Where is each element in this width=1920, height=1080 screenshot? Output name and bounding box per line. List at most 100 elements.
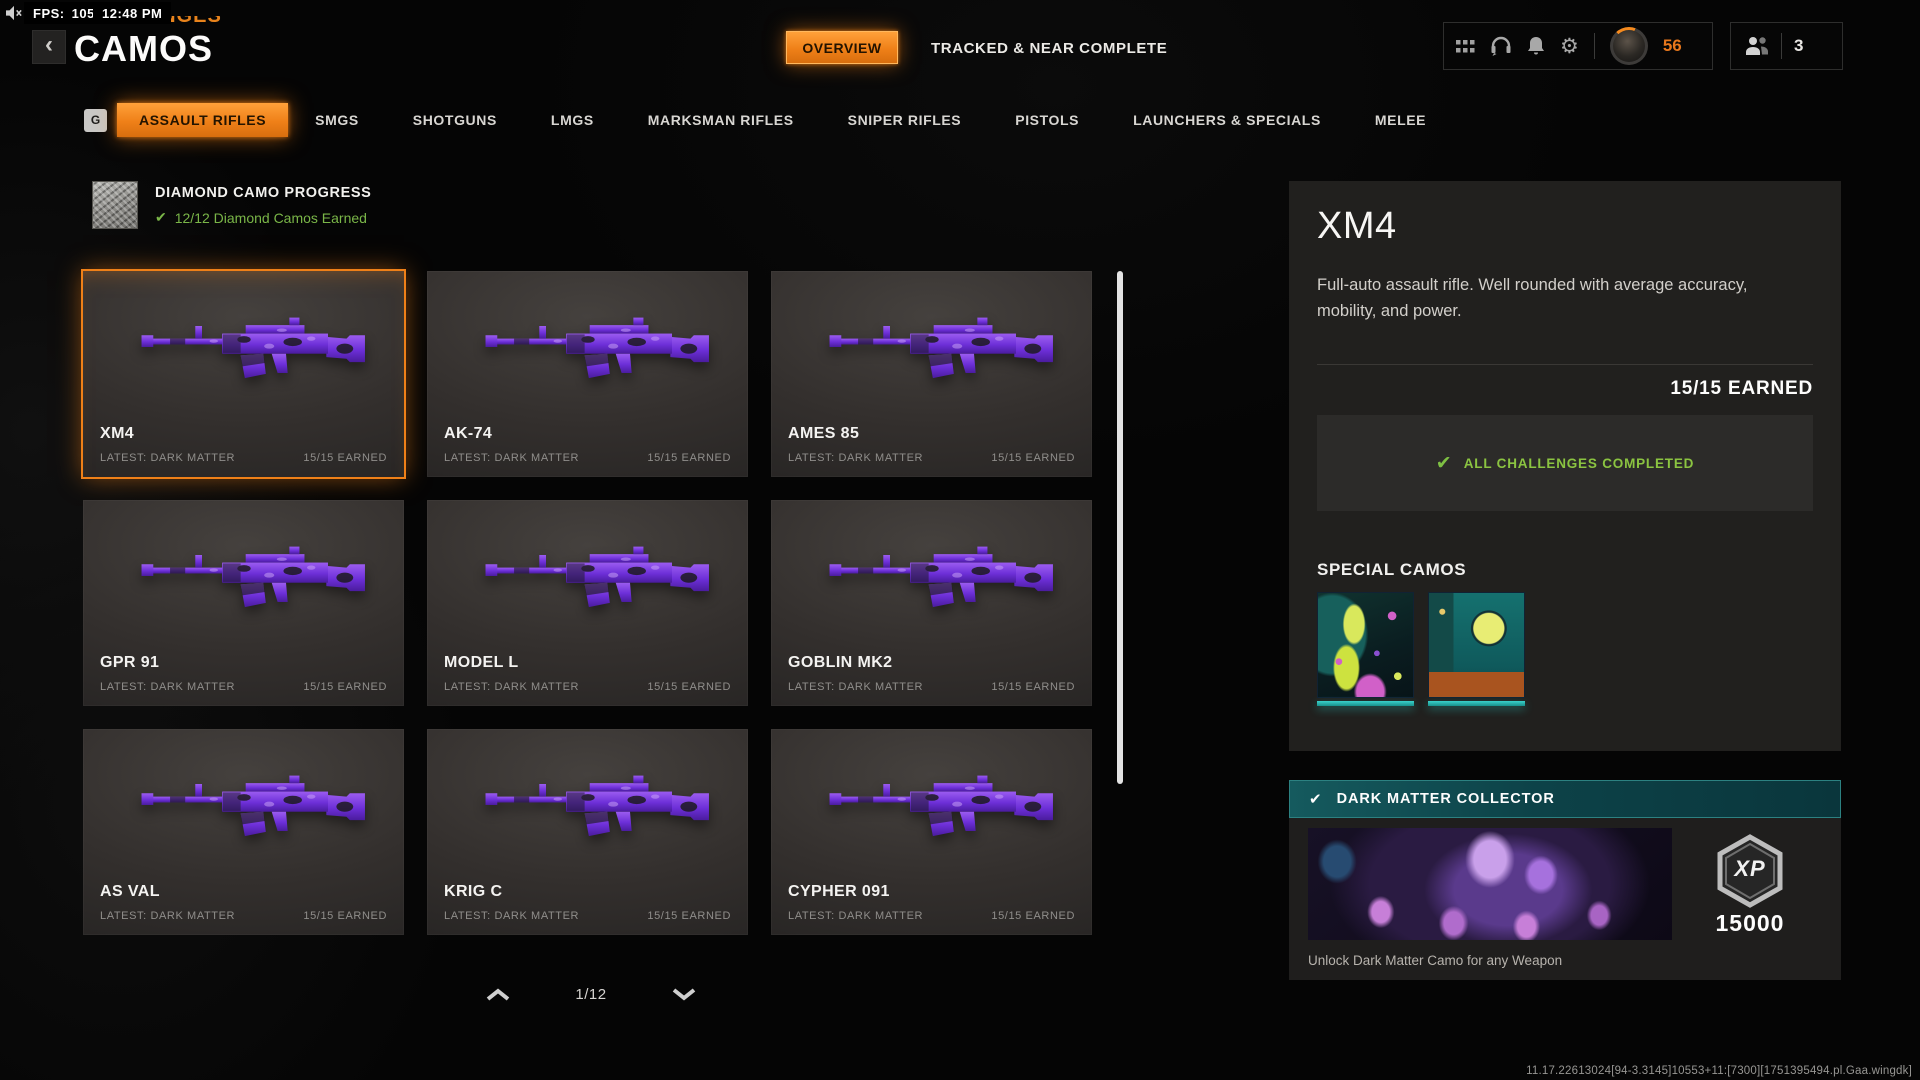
tab-shotguns[interactable]: SHOTGUNS	[386, 103, 524, 137]
divider	[1593, 33, 1595, 59]
special-camo-psychedelic[interactable]	[1317, 592, 1414, 707]
weapon-earned-count: 15/15 EARNED	[647, 681, 731, 693]
chat-headset-icon[interactable]	[1490, 36, 1512, 56]
diamond-camo-progress: DIAMOND CAMO PROGRESS ✔ 12/12 Diamond Ca…	[92, 181, 371, 229]
weapon-latest-camo: LATEST: DARK MATTER	[444, 452, 580, 464]
diamond-camo-thumbnail	[92, 181, 138, 229]
xp-reward-value: 15000	[1715, 910, 1785, 936]
keybind-hint-badge: G	[84, 108, 107, 132]
weapon-card-krig-c[interactable]: KRIG C LATEST: DARK MATTER 15/15 EARNED	[427, 729, 748, 935]
social-group[interactable]: 3	[1730, 22, 1843, 70]
friends-icon	[1745, 36, 1769, 56]
weapon-class-tabs: G ASSAULT RIFLES SMGS SHOTGUNS LMGS MARK…	[84, 103, 1453, 137]
weapon-latest-camo: LATEST: DARK MATTER	[100, 681, 236, 693]
check-icon: ✔	[155, 209, 167, 225]
tracked-near-complete-tab[interactable]: TRACKED & NEAR COMPLETE	[931, 40, 1167, 57]
weapon-name: GPR 91	[100, 654, 160, 671]
camo-unlocked-bar	[1428, 701, 1525, 707]
weapon-card-ak74[interactable]: AK-74 LATEST: DARK MATTER 15/15 EARNED	[427, 271, 748, 477]
weapon-earned-count: 15/15 EARNED	[303, 452, 387, 464]
weapon-card-ames85[interactable]: AMES 85 LATEST: DARK MATTER 15/15 EARNED	[771, 271, 1092, 477]
challenges-completed-text: ALL CHALLENGES COMPLETED	[1463, 455, 1695, 471]
tab-melee[interactable]: MELEE	[1348, 103, 1453, 137]
weapon-card-xm4[interactable]: XM4 LATEST: DARK MATTER 15/15 EARNED	[83, 271, 404, 477]
weapon-card-model-l[interactable]: MODEL L LATEST: DARK MATTER 15/15 EARNED	[427, 500, 748, 706]
tab-marksman-rifles[interactable]: MARKSMAN RIFLES	[621, 103, 821, 137]
collector-body: XP 15000 Unlock Dark Matter Camo for any…	[1289, 818, 1841, 980]
weapon-latest-camo: LATEST: DARK MATTER	[788, 910, 924, 922]
detail-weapon-description: Full-auto assault rifle. Well rounded wi…	[1317, 276, 1748, 320]
weapon-card-gpr91[interactable]: GPR 91 LATEST: DARK MATTER 15/15 EARNED	[83, 500, 404, 706]
grid-menu-icon[interactable]	[1456, 39, 1475, 53]
weapon-image	[83, 735, 404, 875]
detail-earned-count: 15/15 EARNED	[1670, 378, 1813, 400]
collector-title: DARK MATTER COLLECTOR	[1336, 791, 1555, 807]
weapon-latest-camo: LATEST: DARK MATTER	[444, 681, 580, 693]
chevron-left-icon: ‹	[45, 31, 53, 58]
clock: 12:48 PM	[93, 2, 172, 24]
fps-counter: FPS: 105	[24, 2, 104, 24]
weapon-name: KRIG C	[444, 883, 503, 900]
weapon-image	[83, 277, 404, 417]
weapon-earned-count: 15/15 EARNED	[991, 452, 1075, 464]
check-icon: ✔	[1309, 791, 1322, 808]
camo-image	[1428, 592, 1525, 699]
divider	[1317, 364, 1813, 366]
notifications-bell-icon[interactable]	[1527, 36, 1545, 56]
tab-sniper-rifles[interactable]: SNIPER RIFLES	[821, 103, 989, 137]
weapon-name: MODEL L	[444, 654, 519, 671]
weapon-latest-camo: LATEST: DARK MATTER	[100, 910, 236, 922]
diamond-progress-title: DIAMOND CAMO PROGRESS	[155, 185, 372, 201]
grid-pagination: 1/12	[486, 981, 696, 1007]
weapon-image	[771, 506, 1092, 646]
weapon-card-cypher-091[interactable]: CYPHER 091 LATEST: DARK MATTER 15/15 EAR…	[771, 729, 1092, 935]
weapon-earned-count: 15/15 EARNED	[303, 910, 387, 922]
avatar-emblem	[1612, 30, 1645, 62]
tab-lmgs[interactable]: LMGS	[524, 103, 621, 137]
weapon-image	[83, 506, 404, 646]
weapon-name: XM4	[100, 425, 135, 442]
weapon-image	[427, 735, 748, 875]
camo-unlocked-bar	[1317, 701, 1414, 707]
tab-assault-rifles[interactable]: ASSAULT RIFLES	[117, 103, 289, 137]
weapon-earned-count: 15/15 EARNED	[303, 681, 387, 693]
chevron-up-icon[interactable]	[486, 987, 510, 1001]
grid-scrollbar[interactable]	[1117, 271, 1123, 784]
weapon-earned-count: 15/15 EARNED	[647, 452, 731, 464]
weapon-name: AS VAL	[100, 883, 160, 900]
friends-online-count: 3	[1794, 36, 1804, 55]
weapon-name: CYPHER 091	[788, 883, 890, 900]
fps-value: 105	[71, 5, 95, 21]
weapon-name: GOBLIN MK2	[788, 654, 893, 671]
fps-label: FPS:	[33, 5, 65, 21]
collector-unlock-description: Unlock Dark Matter Camo for any Weapon	[1308, 953, 1563, 968]
weapon-card-goblin-mk2[interactable]: GOBLIN MK2 LATEST: DARK MATTER 15/15 EAR…	[771, 500, 1092, 706]
tab-smgs[interactable]: SMGS	[288, 103, 386, 137]
overview-tab-button[interactable]: OVERVIEW	[786, 31, 898, 64]
system-menu-group: ⚙ 56	[1443, 22, 1713, 70]
weapon-image	[771, 277, 1092, 417]
diamond-progress-status: 12/12 Diamond Camos Earned	[174, 209, 367, 226]
weapon-earned-count: 15/15 EARNED	[647, 910, 731, 922]
dark-matter-camo-image	[1308, 828, 1672, 940]
special-camo-terminal[interactable]	[1428, 592, 1525, 707]
special-camos-title: SPECIAL CAMOS	[1317, 560, 1467, 580]
special-camo-list	[1317, 592, 1813, 707]
tab-pistols[interactable]: PISTOLS	[988, 103, 1106, 137]
back-button[interactable]: ‹	[32, 30, 66, 64]
weapon-latest-camo: LATEST: DARK MATTER	[788, 452, 924, 464]
weapon-earned-count: 15/15 EARNED	[991, 910, 1075, 922]
weapon-latest-camo: LATEST: DARK MATTER	[788, 681, 924, 693]
chevron-down-icon[interactable]	[672, 987, 696, 1001]
weapon-card-as-val[interactable]: AS VAL LATEST: DARK MATTER 15/15 EARNED	[83, 729, 404, 935]
settings-gear-icon[interactable]: ⚙	[1560, 36, 1579, 57]
challenges-completed-banner: ✔ ALL CHALLENGES COMPLETED	[1317, 415, 1813, 512]
weapon-card-grid: XM4 LATEST: DARK MATTER 15/15 EARNED AK-…	[83, 271, 1092, 935]
weapon-image	[427, 506, 748, 646]
weapon-image	[771, 735, 1092, 875]
weapon-latest-camo: LATEST: DARK MATTER	[100, 452, 236, 464]
tab-launchers-specials[interactable]: LAUNCHERS & SPECIALS	[1106, 103, 1348, 137]
dark-matter-collector-section: ✔ DARK MATTER COLLECTOR XP 15000 Unlock …	[1289, 780, 1841, 980]
page-indicator: 1/12	[575, 985, 607, 1003]
player-avatar[interactable]	[1609, 27, 1648, 65]
